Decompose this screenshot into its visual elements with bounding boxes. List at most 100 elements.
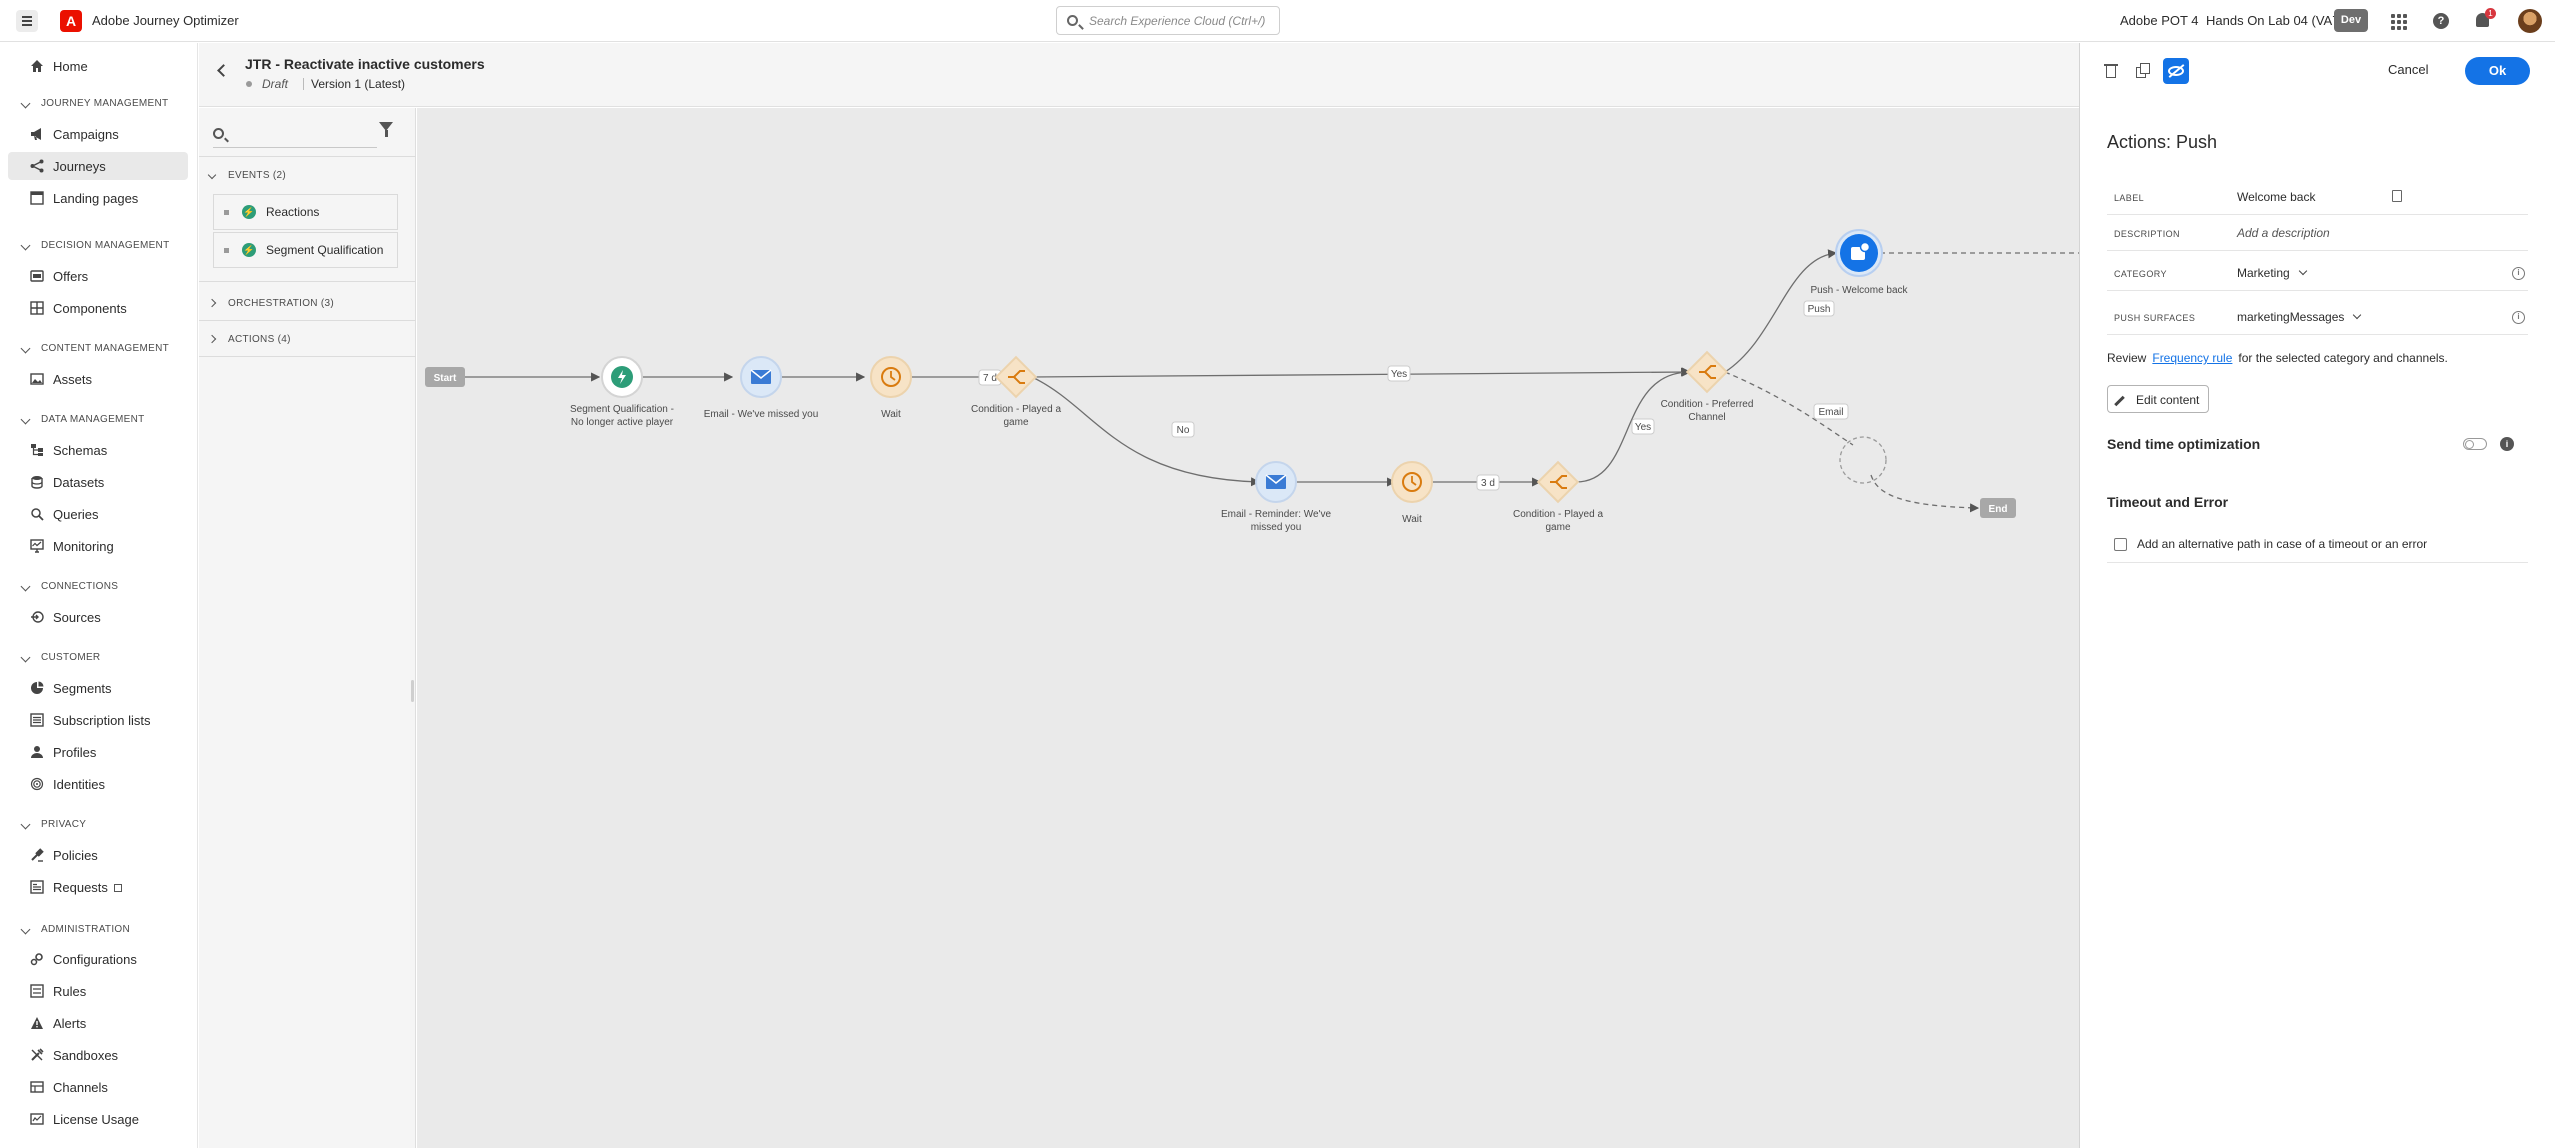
nav-item-profiles[interactable]: Profiles bbox=[8, 738, 188, 766]
nav-item-identities[interactable]: Identities bbox=[8, 770, 188, 798]
filter-icon[interactable] bbox=[379, 122, 393, 137]
end-node[interactable]: End bbox=[1980, 498, 2016, 518]
nav-item-segments[interactable]: Segments bbox=[8, 674, 188, 702]
nav-label: Sources bbox=[53, 610, 101, 625]
landing-page-icon bbox=[30, 191, 44, 205]
node-wait-2[interactable]: Wait bbox=[1391, 461, 1433, 525]
hide-eye-icon[interactable] bbox=[2163, 58, 2189, 84]
nav-item-queries[interactable]: Queries bbox=[8, 500, 188, 528]
nav-item-sandboxes[interactable]: Sandboxes bbox=[8, 1041, 188, 1069]
field-label: PUSH SURFACES bbox=[2114, 313, 2196, 323]
chevron-down-icon bbox=[2298, 266, 2307, 276]
notification-count-badge: 1 bbox=[2485, 8, 2496, 19]
assets-icon bbox=[30, 373, 44, 385]
duplicate-icon[interactable] bbox=[2130, 58, 2156, 84]
frequency-rule-link[interactable]: Frequency rule bbox=[2152, 351, 2232, 365]
push-surfaces-select[interactable]: marketingMessages bbox=[2237, 310, 2362, 324]
nav-item-monitoring[interactable]: Monitoring bbox=[8, 532, 188, 560]
nav-item-alerts[interactable]: Alerts bbox=[8, 1009, 188, 1037]
node-email-missed-you[interactable]: Email - We've missed you bbox=[704, 356, 819, 420]
start-node[interactable]: Start bbox=[425, 367, 465, 387]
info-icon[interactable]: i bbox=[2500, 437, 2514, 451]
journey-version[interactable]: Version 1 (Latest) bbox=[311, 77, 405, 91]
nav-item-assets[interactable]: Assets bbox=[8, 365, 188, 393]
org-switcher[interactable]: Adobe POT 4 bbox=[2120, 13, 2199, 28]
palette-resize-handle[interactable] bbox=[411, 680, 414, 702]
sources-icon bbox=[31, 611, 44, 623]
journey-status: Draft bbox=[262, 77, 289, 91]
divider bbox=[199, 320, 416, 321]
info-icon[interactable]: i bbox=[2512, 267, 2525, 280]
app-title[interactable]: Adobe Journey Optimizer bbox=[92, 13, 239, 28]
panel-title: Actions: Push bbox=[2107, 132, 2218, 152]
edit-content-button[interactable]: Edit content bbox=[2107, 385, 2209, 413]
search-input[interactable]: Search Experience Cloud (Ctrl+/) bbox=[1056, 6, 1280, 35]
nav-item-configurations[interactable]: Configurations bbox=[8, 945, 188, 973]
category-field[interactable]: CATEGORY Marketing i bbox=[2107, 255, 2528, 291]
nav-item-home[interactable]: Home bbox=[8, 52, 188, 80]
node-email-reminder[interactable]: Email - Reminder: We've missed you bbox=[1221, 461, 1332, 533]
nav-item-campaigns[interactable]: Campaigns bbox=[8, 120, 188, 148]
apps-grid-icon[interactable] bbox=[2388, 10, 2410, 32]
nav-item-schemas[interactable]: Schemas bbox=[8, 436, 188, 464]
send-time-optimization-toggle[interactable] bbox=[2463, 438, 2487, 450]
nav-item-rules[interactable]: Rules bbox=[8, 977, 188, 1005]
node-condition-preferred-channel[interactable]: Condition - Preferred Channel bbox=[1661, 350, 1754, 423]
nav-label: Queries bbox=[53, 507, 99, 522]
nav-item-channels[interactable]: Channels bbox=[8, 1073, 188, 1101]
empty-node-placeholder[interactable] bbox=[1839, 436, 1887, 484]
journey-canvas[interactable]: 7 d Yes No 3 d Yes Push Email Start Segm… bbox=[417, 108, 2079, 1148]
notifications-bell-icon[interactable]: 1 bbox=[2472, 8, 2496, 32]
delete-trash-icon[interactable] bbox=[2098, 58, 2124, 84]
edge-label-yes: Yes bbox=[1391, 369, 1407, 380]
node-condition-played-game-1[interactable]: Condition - Played a game bbox=[971, 355, 1061, 428]
copy-icon[interactable] bbox=[2392, 190, 2402, 202]
description-input[interactable]: Add a description bbox=[2237, 226, 2330, 240]
node-push-welcome-back[interactable]: Push - Welcome back bbox=[1810, 229, 1909, 296]
user-avatar[interactable] bbox=[2518, 9, 2542, 33]
activity-properties-panel: Cancel Ok Actions: Push LABEL Welcome ba… bbox=[2079, 43, 2555, 1148]
activity-palette: EVENTS (2) ⚡ Reactions ⚡ Segment Qualifi… bbox=[199, 108, 416, 1148]
nav-item-components[interactable]: Components bbox=[8, 294, 188, 322]
chevron-down-icon bbox=[20, 414, 31, 425]
description-field[interactable]: DESCRIPTION Add a description bbox=[2107, 215, 2528, 251]
cancel-button[interactable]: Cancel bbox=[2388, 62, 2428, 77]
search-placeholder: Search Experience Cloud (Ctrl+/) bbox=[1089, 14, 1266, 28]
hamburger-menu-icon[interactable] bbox=[16, 10, 38, 32]
edge-condition-yes[interactable] bbox=[1031, 367, 1691, 378]
edge-condition-no[interactable] bbox=[1031, 376, 1261, 487]
node-condition-played-game-2[interactable]: Condition - Played a game bbox=[1513, 460, 1603, 533]
nav-item-license-usage[interactable]: License Usage bbox=[8, 1105, 188, 1133]
node-label: Condition - Played a bbox=[1513, 509, 1603, 520]
nav-item-sources[interactable]: Sources bbox=[8, 603, 188, 631]
ok-button[interactable]: Ok bbox=[2465, 57, 2530, 85]
info-icon[interactable]: i bbox=[2512, 311, 2525, 324]
push-surfaces-field[interactable]: PUSH SURFACES marketingMessages i bbox=[2107, 299, 2528, 335]
palette-search-input[interactable] bbox=[213, 120, 377, 148]
node-segment-qualification[interactable]: Segment Qualification - No longer active… bbox=[570, 356, 674, 428]
sandbox-switcher[interactable]: Hands On Lab 04 (VA7) bbox=[2206, 13, 2344, 28]
alternative-path-checkbox[interactable] bbox=[2114, 538, 2127, 551]
nav-item-policies[interactable]: Policies bbox=[8, 841, 188, 869]
journey-header: JTR - Reactivate inactive customers Draf… bbox=[199, 43, 2079, 107]
timeout-error-heading: Timeout and Error bbox=[2107, 494, 2229, 510]
nav-item-subscription-lists[interactable]: Subscription lists bbox=[8, 706, 188, 734]
nav-item-landing-pages[interactable]: Landing pages bbox=[8, 184, 188, 212]
alternative-path-row[interactable]: Add an alternative path in case of a tim… bbox=[2107, 523, 2528, 563]
nav-item-requests[interactable]: Requests bbox=[8, 873, 188, 901]
edge-to-end bbox=[1870, 474, 1980, 513]
label-field[interactable]: LABEL Welcome back bbox=[2107, 179, 2528, 215]
journey-title[interactable]: JTR - Reactivate inactive customers bbox=[245, 56, 485, 72]
nav-item-offers[interactable]: Offers bbox=[8, 262, 188, 290]
nav-item-journeys[interactable]: Journeys bbox=[8, 152, 188, 180]
category-select[interactable]: Marketing bbox=[2237, 266, 2307, 280]
palette-item-reactions[interactable]: ⚡ Reactions bbox=[213, 194, 398, 230]
help-icon[interactable]: ? bbox=[2430, 10, 2452, 32]
nav-item-datasets[interactable]: Datasets bbox=[8, 468, 188, 496]
event-lightning-icon: ⚡ bbox=[242, 205, 256, 219]
back-arrow-icon[interactable] bbox=[217, 64, 230, 77]
node-wait-1[interactable]: Wait bbox=[870, 356, 912, 420]
label-input[interactable]: Welcome back bbox=[2237, 190, 2315, 204]
palette-item-segment-qualification[interactable]: ⚡ Segment Qualification bbox=[213, 232, 398, 268]
nav-section-label: DECISION MANAGEMENT bbox=[41, 240, 170, 251]
